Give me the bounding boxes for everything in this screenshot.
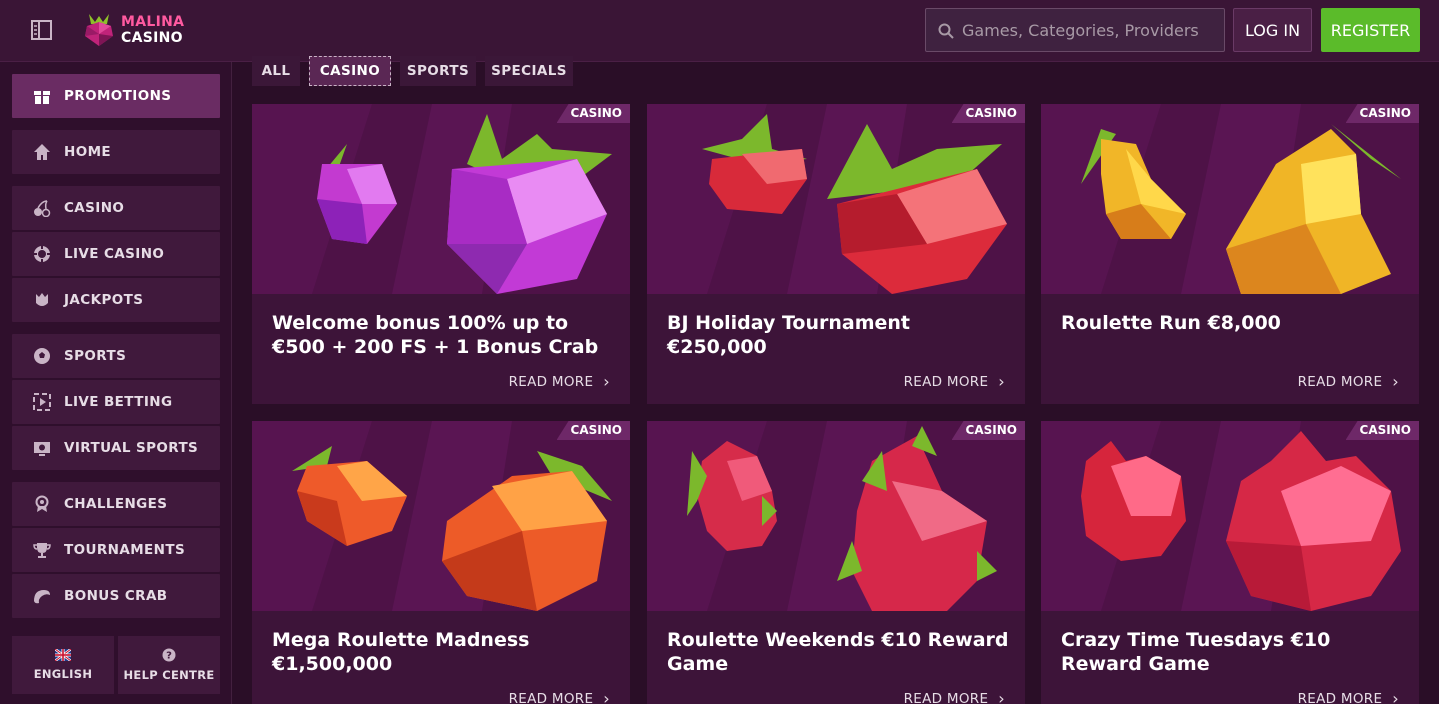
- sidebar-item-label: VIRTUAL SPORTS: [64, 440, 199, 456]
- tab-casino[interactable]: CASINO: [309, 56, 391, 86]
- svg-text:?: ?: [166, 651, 172, 662]
- promo-title: Crazy Time Tuesdays €10 Reward Game: [1061, 629, 1331, 675]
- sidebar-item-label: CHALLENGES: [64, 496, 168, 512]
- search-box[interactable]: [925, 8, 1225, 52]
- sidebar-item-live-betting[interactable]: LIVE BETTING: [12, 380, 220, 424]
- chevron-right-icon: ›: [998, 689, 1005, 704]
- promo-image-strawberries: CASINO: [647, 104, 1025, 294]
- tab-all[interactable]: ALL: [252, 56, 300, 86]
- help-centre-label: HELP CENTRE: [123, 668, 215, 682]
- read-more-label: READ MORE: [903, 690, 989, 704]
- sidebar-item-jackpots[interactable]: JACKPOTS: [12, 278, 220, 322]
- sidebar-item-label: LIVE BETTING: [64, 394, 173, 410]
- crab-icon: [32, 586, 52, 606]
- gift-icon: [32, 86, 52, 106]
- soccer-ball-icon: [32, 346, 52, 366]
- promo-title: Mega Roulette Madness €1,500,000: [272, 629, 530, 675]
- sidebar-item-promotions[interactable]: PROMOTIONS: [12, 74, 220, 118]
- sidebar: PROMOTIONS HOME CASINO LIVE CASINO JACKP…: [0, 62, 232, 704]
- register-button[interactable]: REGISTER: [1321, 8, 1420, 52]
- chevron-right-icon: ›: [1392, 372, 1399, 391]
- promo-card[interactable]: CASINO Roulette Run €8,000 READ MORE ›: [1041, 104, 1419, 404]
- promo-card[interactable]: CASINO Welcome bonus 100% up to €500 + 2…: [252, 104, 630, 404]
- read-more-link[interactable]: READ MORE ›: [509, 372, 610, 391]
- sidebar-toggle-icon[interactable]: [31, 20, 52, 40]
- sidebar-item-label: TOURNAMENTS: [64, 542, 186, 558]
- logo-line-1: MALINA: [121, 14, 185, 30]
- tab-sports[interactable]: SPORTS: [400, 56, 476, 86]
- search-icon: [938, 23, 954, 39]
- casino-badge: CASINO: [951, 104, 1025, 123]
- raspberry-logo-icon: [85, 14, 113, 46]
- promo-image-raspberries: CASINO: [252, 104, 630, 294]
- read-more-label: READ MORE: [1297, 373, 1383, 390]
- promo-title: Roulette Run €8,000: [1061, 312, 1281, 334]
- read-more-label: READ MORE: [903, 373, 989, 390]
- sidebar-item-label: PROMOTIONS: [64, 88, 172, 104]
- sidebar-item-label: JACKPOTS: [64, 292, 144, 308]
- sidebar-item-tournaments[interactable]: TOURNAMENTS: [12, 528, 220, 572]
- read-more-link[interactable]: READ MORE ›: [1298, 372, 1399, 391]
- chevron-right-icon: ›: [603, 689, 610, 704]
- chevron-right-icon: ›: [998, 372, 1005, 391]
- uk-flag-icon: [55, 649, 71, 661]
- casino-badge: CASINO: [556, 104, 630, 123]
- casino-badge: CASINO: [1345, 104, 1419, 123]
- read-more-link[interactable]: READ MORE ›: [904, 689, 1005, 704]
- sidebar-item-label: SPORTS: [64, 348, 127, 364]
- promo-title: BJ Holiday Tournament €250,000: [667, 312, 911, 358]
- login-button[interactable]: LOG IN: [1233, 8, 1312, 52]
- promo-card[interactable]: CASINO BJ Holiday Tournament €250,000 RE…: [647, 104, 1025, 404]
- logo[interactable]: MALINA CASINO: [83, 12, 193, 50]
- language-button[interactable]: ENGLISH: [12, 636, 114, 694]
- read-more-link[interactable]: READ MORE ›: [904, 372, 1005, 391]
- read-more-link[interactable]: READ MORE ›: [1298, 689, 1399, 704]
- sidebar-item-label: CASINO: [64, 200, 125, 216]
- promo-image-dragon-fruit: CASINO: [647, 421, 1025, 611]
- promo-title: Roulette Weekends €10 Reward Game: [667, 629, 1009, 675]
- cherries-icon: [32, 198, 52, 218]
- chevron-right-icon: ›: [603, 372, 610, 391]
- chevron-right-icon: ›: [1392, 689, 1399, 704]
- sidebar-item-label: BONUS CRAB: [64, 588, 168, 604]
- casino-badge: CASINO: [1345, 421, 1419, 440]
- live-screen-icon: [32, 392, 52, 412]
- chip-icon: [32, 244, 52, 264]
- read-more-link[interactable]: READ MORE ›: [509, 689, 610, 704]
- promo-image-pears: CASINO: [1041, 104, 1419, 294]
- virtual-sports-icon: [32, 438, 52, 458]
- sidebar-item-live-casino[interactable]: LIVE CASINO: [12, 232, 220, 276]
- language-label: ENGLISH: [33, 667, 93, 681]
- promo-card[interactable]: CASINO Mega Roulette Madness €1,500,000 …: [252, 421, 630, 704]
- medal-icon: [32, 494, 52, 514]
- trophy-icon: [32, 540, 52, 560]
- casino-badge: CASINO: [951, 421, 1025, 440]
- logo-line-2: CASINO: [121, 30, 183, 46]
- sidebar-item-label: HOME: [64, 144, 112, 160]
- help-icon: ?: [162, 648, 176, 662]
- search-input[interactable]: [962, 9, 1218, 51]
- sidebar-item-label: LIVE CASINO: [64, 246, 165, 262]
- sidebar-item-casino[interactable]: CASINO: [12, 186, 220, 230]
- promo-image-pomegranates: CASINO: [1041, 421, 1419, 611]
- home-icon: [32, 142, 52, 162]
- promo-image-oranges: CASINO: [252, 421, 630, 611]
- casino-badge: CASINO: [556, 421, 630, 440]
- sidebar-item-bonus-crab[interactable]: BONUS CRAB: [12, 574, 220, 618]
- read-more-label: READ MORE: [508, 373, 594, 390]
- tab-specials[interactable]: SPECIALS: [485, 56, 573, 86]
- promo-card[interactable]: CASINO Crazy Time Tuesdays €10 Reward Ga…: [1041, 421, 1419, 704]
- read-more-label: READ MORE: [508, 690, 594, 704]
- promo-title: Welcome bonus 100% up to €500 + 200 FS +…: [272, 312, 599, 358]
- sidebar-item-home[interactable]: HOME: [12, 130, 220, 174]
- jackpot-icon: [32, 290, 52, 310]
- promo-card[interactable]: CASINO Roulette Weekends €10 Reward Game…: [647, 421, 1025, 704]
- sidebar-item-virtual-sports[interactable]: VIRTUAL SPORTS: [12, 426, 220, 470]
- read-more-label: READ MORE: [1297, 690, 1383, 704]
- sidebar-item-sports[interactable]: SPORTS: [12, 334, 220, 378]
- sidebar-item-challenges[interactable]: CHALLENGES: [12, 482, 220, 526]
- help-centre-button[interactable]: ? HELP CENTRE: [118, 636, 220, 694]
- top-bar: MALINA CASINO LOG IN REGISTER: [0, 0, 1439, 62]
